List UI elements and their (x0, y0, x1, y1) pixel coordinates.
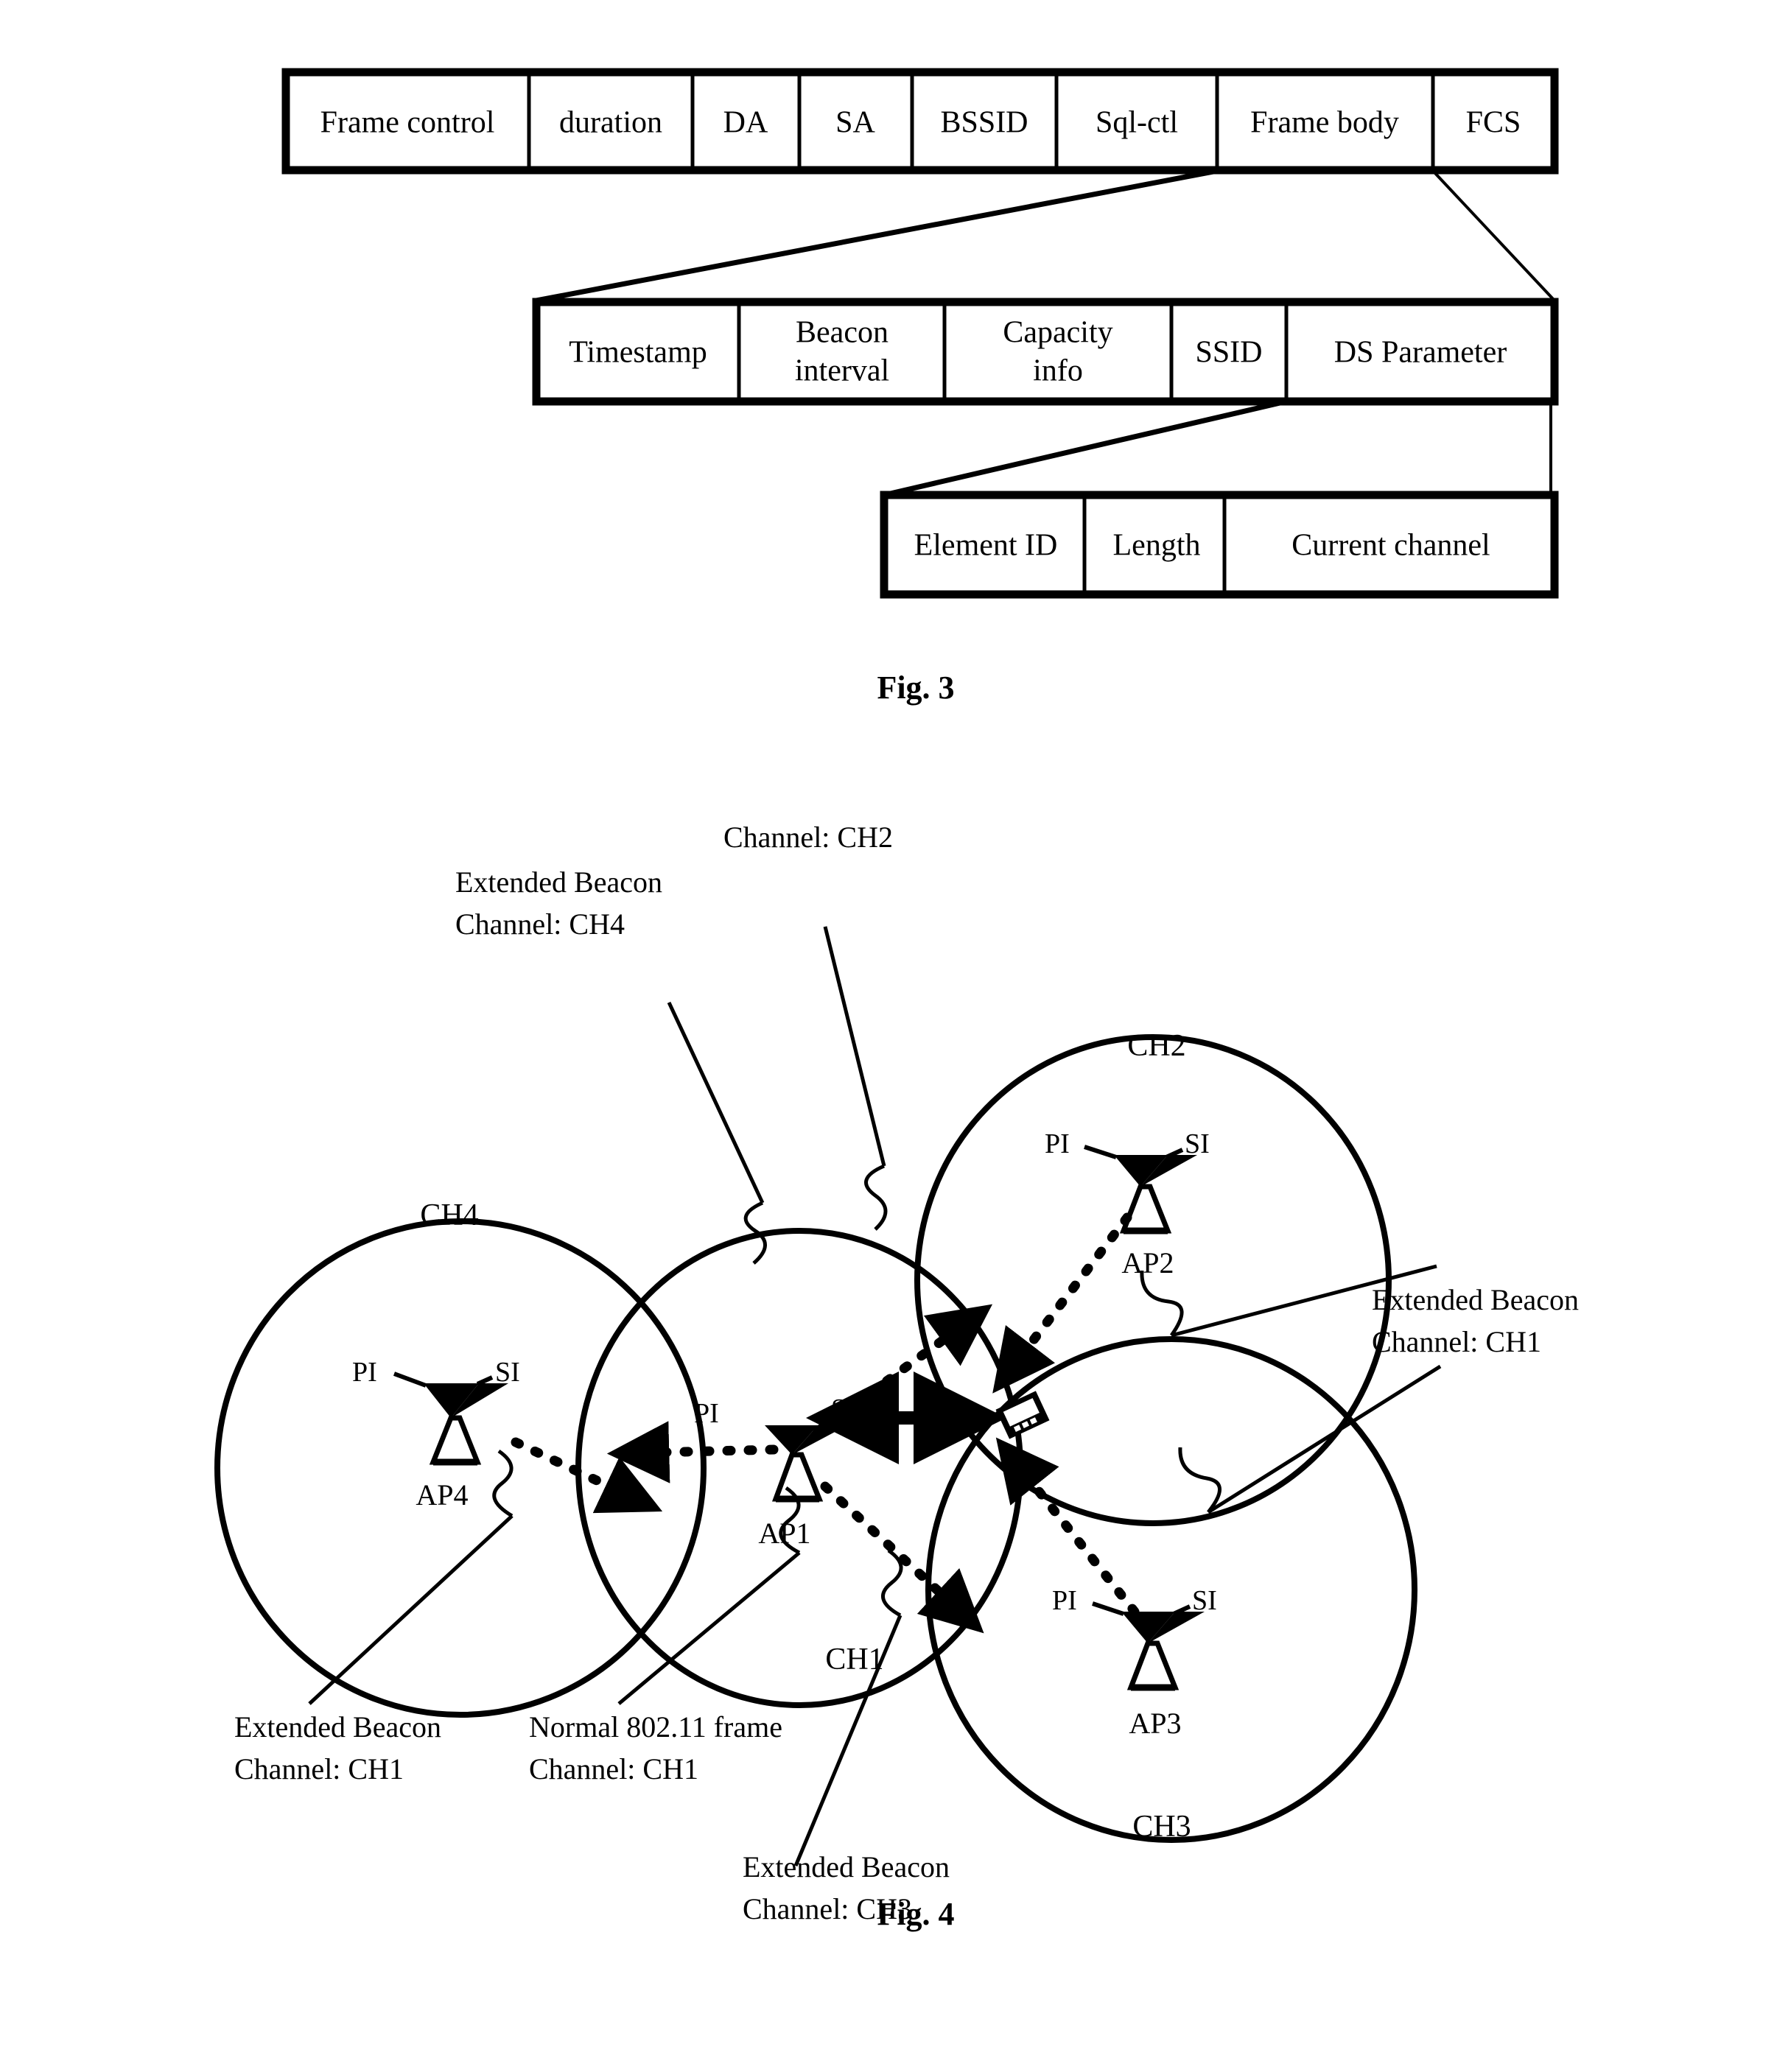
ch-label-ch4: CH4 (420, 1198, 478, 1232)
antenna-icon (765, 1425, 847, 1503)
frame-cell-duration: duration (559, 106, 662, 140)
beacon-arrow-ap1-downright (820, 1481, 984, 1634)
frame-row: Frame control duration DA SA BSSID Sql-c… (281, 68, 1559, 175)
coverage-circle-ch2 (914, 1034, 1392, 1526)
antenna-icon (1121, 1612, 1205, 1691)
frame-cell-sql-ctl: Sql-ctl (1096, 106, 1178, 140)
mobile-station-icon (995, 1391, 1050, 1439)
figure-4-caption: Fig. 4 (877, 1896, 954, 1932)
annotation-extended-beacon-ch2: Extended Beacon Channel: CH2 (723, 821, 893, 854)
svg-text:info: info (1033, 354, 1083, 388)
figure-3-caption: Fig. 3 (877, 670, 954, 706)
ap4-label: AP4 (416, 1478, 468, 1511)
ap4-pi-label: PI (352, 1357, 377, 1388)
annotation-normal-802-11-frame: Normal 802.11 frame Channel: CH1 (529, 1710, 782, 1785)
ap1-si-label: SI (831, 1394, 856, 1425)
ch-label-ch2: CH2 (1127, 1029, 1185, 1063)
body-cell-timestamp: Timestamp (569, 336, 707, 370)
ap2-pi-label: PI (1045, 1128, 1070, 1159)
figure-3: Frame control duration DA SA BSSID Sql-c… (281, 68, 1559, 706)
svg-text:Channel: CH1: Channel: CH1 (234, 1752, 404, 1785)
svg-text:Normal 802.11 frame: Normal 802.11 frame (529, 1710, 782, 1743)
ap2-si-label: SI (1185, 1128, 1210, 1159)
svg-text:Extended Beacon: Extended Beacon (455, 865, 662, 899)
ap4-si-label: SI (495, 1357, 520, 1388)
antenna-icon (424, 1383, 508, 1466)
ap2-label: AP2 (1121, 1246, 1174, 1279)
frame-cell-da: DA (723, 106, 768, 140)
access-point-ap1: PI SI AP1 (694, 1394, 856, 1550)
frame-body-row: Timestamp Beacon interval Capacity info … (532, 298, 1559, 406)
svg-text:Extended Beacon: Extended Beacon (743, 1850, 950, 1883)
svg-text:Channel: CH1: Channel: CH1 (1372, 1325, 1541, 1358)
ds-cell-element-id: Element ID (914, 529, 1058, 563)
annotation-extended-beacon-ch4: Extended Beacon Channel: CH4 (455, 865, 662, 941)
annotation-extended-beacon-right-ch1: Extended Beacon Channel: CH1 (1372, 1283, 1579, 1358)
ap3-pi-label: PI (1052, 1585, 1077, 1616)
svg-text:Extended Beacon: Extended Beacon (234, 1710, 441, 1743)
ap3-label: AP3 (1129, 1707, 1181, 1740)
coverage-circle-ch4 (214, 1218, 707, 1718)
connector-frame-body-to-body-row (536, 168, 1556, 303)
figure-4: CH4 CH1 CH2 CH3 PI SI AP4 PI SI AP1 PI S… (214, 821, 1579, 1932)
body-cell-ds-parameter: DS Parameter (1334, 336, 1507, 370)
svg-text:Channel: CH1: Channel: CH1 (529, 1752, 698, 1785)
ap1-pi-label: PI (694, 1398, 719, 1429)
frame-cell-frame-body: Frame body (1250, 106, 1399, 140)
access-point-ap2: PI SI AP2 (1045, 1128, 1210, 1279)
annotation-extended-beacon-bottom-left-ch1: Extended Beacon Channel: CH1 (234, 1710, 441, 1785)
frame-cell-frame-control: Frame control (320, 106, 495, 140)
frame-cell-fcs: FCS (1466, 106, 1521, 140)
beacon-arrow-ap2 (992, 1212, 1132, 1394)
svg-text:Beacon: Beacon (796, 316, 888, 350)
ds-cell-length: Length (1113, 529, 1201, 563)
body-cell-ssid: SSID (1195, 336, 1262, 370)
ch-label-ch3: CH3 (1132, 1810, 1191, 1844)
svg-text:interval: interval (795, 354, 889, 388)
svg-text:Channel: CH2: Channel: CH2 (723, 821, 893, 854)
coverage-circle-ch1-main (575, 1228, 1023, 1708)
patent-figure-page: Frame control duration DA SA BSSID Sql-c… (0, 0, 1777, 2072)
connector-ds-parameter-to-element-row (883, 398, 1552, 498)
ds-parameter-row: Element ID Length Current channel (880, 491, 1559, 599)
ap3-si-label: SI (1192, 1585, 1217, 1616)
ap1-label: AP1 (758, 1517, 810, 1550)
frame-cell-sa: SA (835, 106, 875, 140)
frame-cell-bssid: BSSID (940, 106, 1028, 140)
svg-text:Capacity: Capacity (1003, 316, 1112, 350)
svg-text:Extended Beacon: Extended Beacon (1372, 1283, 1579, 1316)
svg-text:Channel: CH4: Channel: CH4 (455, 907, 625, 941)
ds-cell-current-channel: Current channel (1291, 529, 1490, 563)
beacon-arrow-ap1-left (606, 1421, 779, 1483)
antenna-icon (1114, 1155, 1197, 1235)
